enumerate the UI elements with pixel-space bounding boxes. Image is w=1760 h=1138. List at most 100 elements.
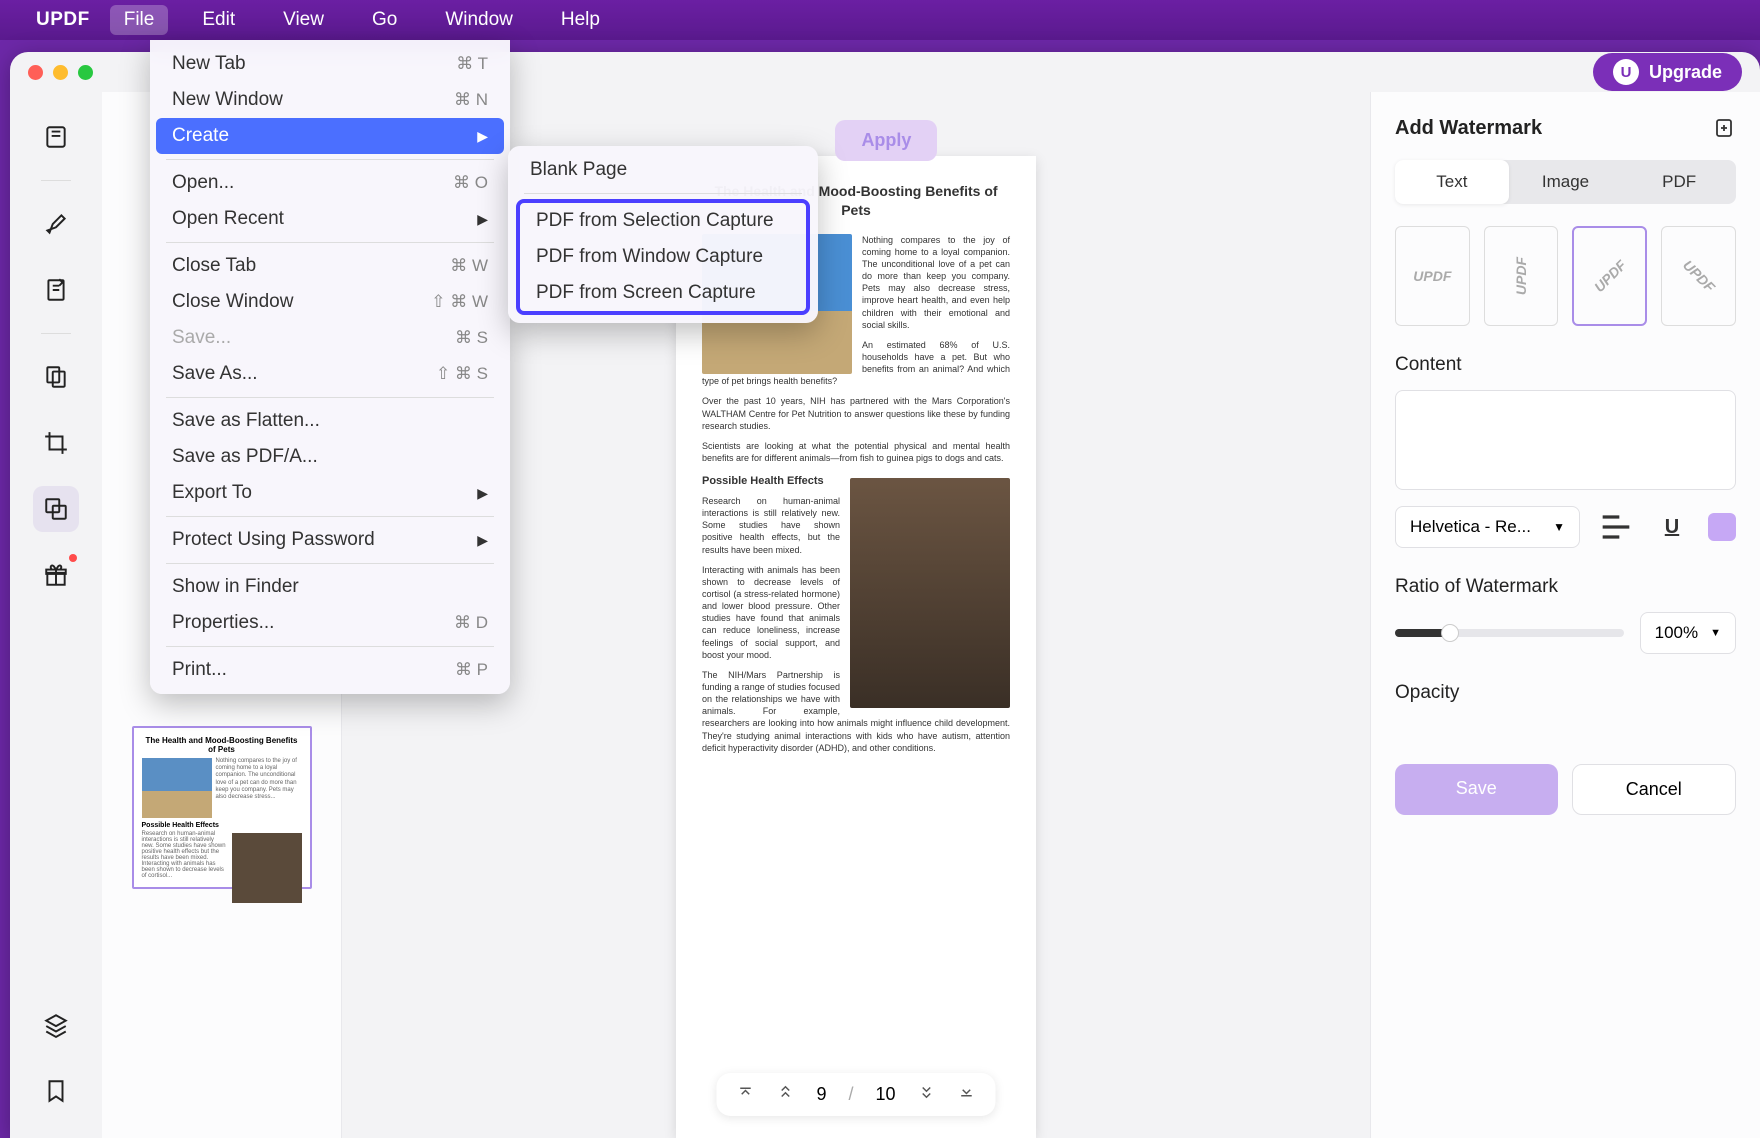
last-page-button[interactable]	[958, 1083, 976, 1106]
next-page-button[interactable]	[918, 1083, 936, 1106]
watermark-content-input[interactable]	[1395, 390, 1736, 490]
chevron-right-icon: ▶	[477, 485, 488, 502]
menu-create[interactable]: Create▶	[156, 118, 504, 154]
submenu-blank-page[interactable]: Blank Page	[514, 152, 812, 188]
color-swatch[interactable]	[1708, 513, 1736, 541]
comment-tool[interactable]	[33, 201, 79, 247]
create-submenu: Blank Page PDF from Selection Capture PD…	[508, 146, 818, 323]
watermark-panel: Add Watermark Text Image PDF UPDF UPDF U…	[1370, 92, 1760, 1138]
menu-new-window[interactable]: New Window⌘ N	[156, 82, 504, 118]
apply-button[interactable]: Apply	[835, 120, 937, 161]
app-name[interactable]: UPDF	[36, 9, 90, 31]
thumb-cat-image	[142, 758, 212, 818]
submenu-screen-capture[interactable]: PDF from Screen Capture	[520, 275, 806, 311]
menu-properties[interactable]: Properties...⌘ D	[156, 605, 504, 641]
menu-save[interactable]: Save...⌘ S	[156, 320, 504, 356]
tab-image[interactable]: Image	[1509, 160, 1623, 204]
separator	[166, 516, 494, 517]
opacity-label: Opacity	[1395, 682, 1736, 704]
menu-edit[interactable]: Edit	[188, 5, 249, 35]
total-pages: 10	[876, 1084, 896, 1105]
chevron-down-icon: ▼	[1553, 520, 1565, 534]
ratio-slider[interactable]	[1395, 629, 1624, 637]
page-thumbnail[interactable]: The Health and Mood-Boosting Benefits of…	[132, 726, 312, 889]
menu-close-tab[interactable]: Close Tab⌘ W	[156, 248, 504, 284]
maximize-window-button[interactable]	[78, 65, 93, 80]
font-name: Helvetica - Re...	[1410, 517, 1531, 537]
crop-tool[interactable]	[33, 420, 79, 466]
menu-open[interactable]: Open...⌘ O	[156, 165, 504, 201]
current-page[interactable]: 9	[816, 1084, 826, 1105]
reader-tool[interactable]	[33, 114, 79, 160]
left-toolbar	[10, 92, 102, 1138]
ratio-value-selector[interactable]: 100% ▼	[1640, 612, 1736, 654]
doc-p3: Over the past 10 years, NIH has partnere…	[702, 395, 1010, 431]
minimize-window-button[interactable]	[53, 65, 68, 80]
dog-image	[850, 478, 1010, 708]
menu-save-flatten[interactable]: Save as Flatten...	[156, 403, 504, 439]
menu-open-recent[interactable]: Open Recent▶	[156, 201, 504, 237]
layers-button[interactable]	[33, 1002, 79, 1048]
file-menu-dropdown: New Tab⌘ T New Window⌘ N Create▶ Open...…	[150, 40, 510, 694]
preset-diagonal-down[interactable]: UPDF	[1661, 226, 1736, 326]
reset-icon[interactable]	[1712, 116, 1736, 140]
doc-p4: Scientists are looking at what the poten…	[702, 440, 1010, 464]
organize-tool[interactable]	[33, 354, 79, 400]
panel-title-text: Add Watermark	[1395, 117, 1542, 140]
panel-title: Add Watermark	[1395, 116, 1736, 140]
close-window-button[interactable]	[28, 65, 43, 80]
menu-file[interactable]: File	[110, 5, 169, 35]
preset-horizontal[interactable]: UPDF	[1395, 226, 1470, 326]
chevron-right-icon: ▶	[477, 128, 488, 145]
separator	[166, 159, 494, 160]
align-button[interactable]	[1596, 507, 1636, 547]
menu-close-window[interactable]: Close Window⇧ ⌘ W	[156, 284, 504, 320]
preset-vertical[interactable]: UPDF	[1484, 226, 1559, 326]
ratio-value: 100%	[1655, 623, 1698, 643]
thumb-text: Nothing compares to the joy of coming ho…	[216, 758, 302, 818]
upgrade-badge-icon: U	[1613, 59, 1639, 85]
submenu-selection-capture[interactable]: PDF from Selection Capture	[520, 203, 806, 239]
first-page-button[interactable]	[736, 1083, 754, 1106]
underline-button[interactable]: U	[1652, 507, 1692, 547]
separator	[166, 646, 494, 647]
separator	[166, 397, 494, 398]
tab-pdf[interactable]: PDF	[1622, 160, 1736, 204]
prev-page-button[interactable]	[776, 1083, 794, 1106]
cancel-button[interactable]: Cancel	[1572, 764, 1737, 815]
menu-protect-password[interactable]: Protect Using Password▶	[156, 522, 504, 558]
menu-window[interactable]: Window	[431, 5, 527, 35]
edit-tool[interactable]	[33, 267, 79, 313]
separator	[41, 180, 71, 181]
menu-print[interactable]: Print...⌘ P	[156, 652, 504, 688]
menu-view[interactable]: View	[269, 5, 338, 35]
thumb-heading: Possible Health Effects	[142, 822, 302, 829]
gift-button[interactable]	[33, 552, 79, 598]
separator	[524, 193, 802, 194]
preset-diagonal-up[interactable]: UPDF	[1572, 226, 1647, 326]
bookmark-button[interactable]	[33, 1068, 79, 1114]
menu-new-tab[interactable]: New Tab⌘ T	[156, 46, 504, 82]
separator	[166, 242, 494, 243]
menu-show-finder[interactable]: Show in Finder	[156, 569, 504, 605]
slider-thumb[interactable]	[1441, 624, 1459, 642]
submenu-window-capture[interactable]: PDF from Window Capture	[520, 239, 806, 275]
upgrade-button[interactable]: U Upgrade	[1593, 53, 1742, 91]
chevron-right-icon: ▶	[477, 211, 488, 228]
tab-text[interactable]: Text	[1395, 160, 1509, 204]
content-label: Content	[1395, 354, 1736, 376]
save-button[interactable]: Save	[1395, 764, 1558, 815]
menu-save-as[interactable]: Save As...⇧ ⌘ S	[156, 356, 504, 392]
menu-save-pdfa[interactable]: Save as PDF/A...	[156, 439, 504, 475]
chevron-down-icon: ▼	[1710, 627, 1721, 639]
font-selector[interactable]: Helvetica - Re... ▼	[1395, 506, 1580, 548]
watermark-tool[interactable]	[33, 486, 79, 532]
menu-help[interactable]: Help	[547, 5, 614, 35]
system-menubar: UPDF File Edit View Go Window Help	[0, 0, 1760, 40]
menu-go[interactable]: Go	[358, 5, 411, 35]
thumb-title: The Health and Mood-Boosting Benefits of…	[142, 736, 302, 754]
watermark-presets: UPDF UPDF UPDF UPDF	[1395, 226, 1736, 326]
menu-export-to[interactable]: Export To▶	[156, 475, 504, 511]
separator	[166, 563, 494, 564]
upgrade-label: Upgrade	[1649, 62, 1722, 83]
